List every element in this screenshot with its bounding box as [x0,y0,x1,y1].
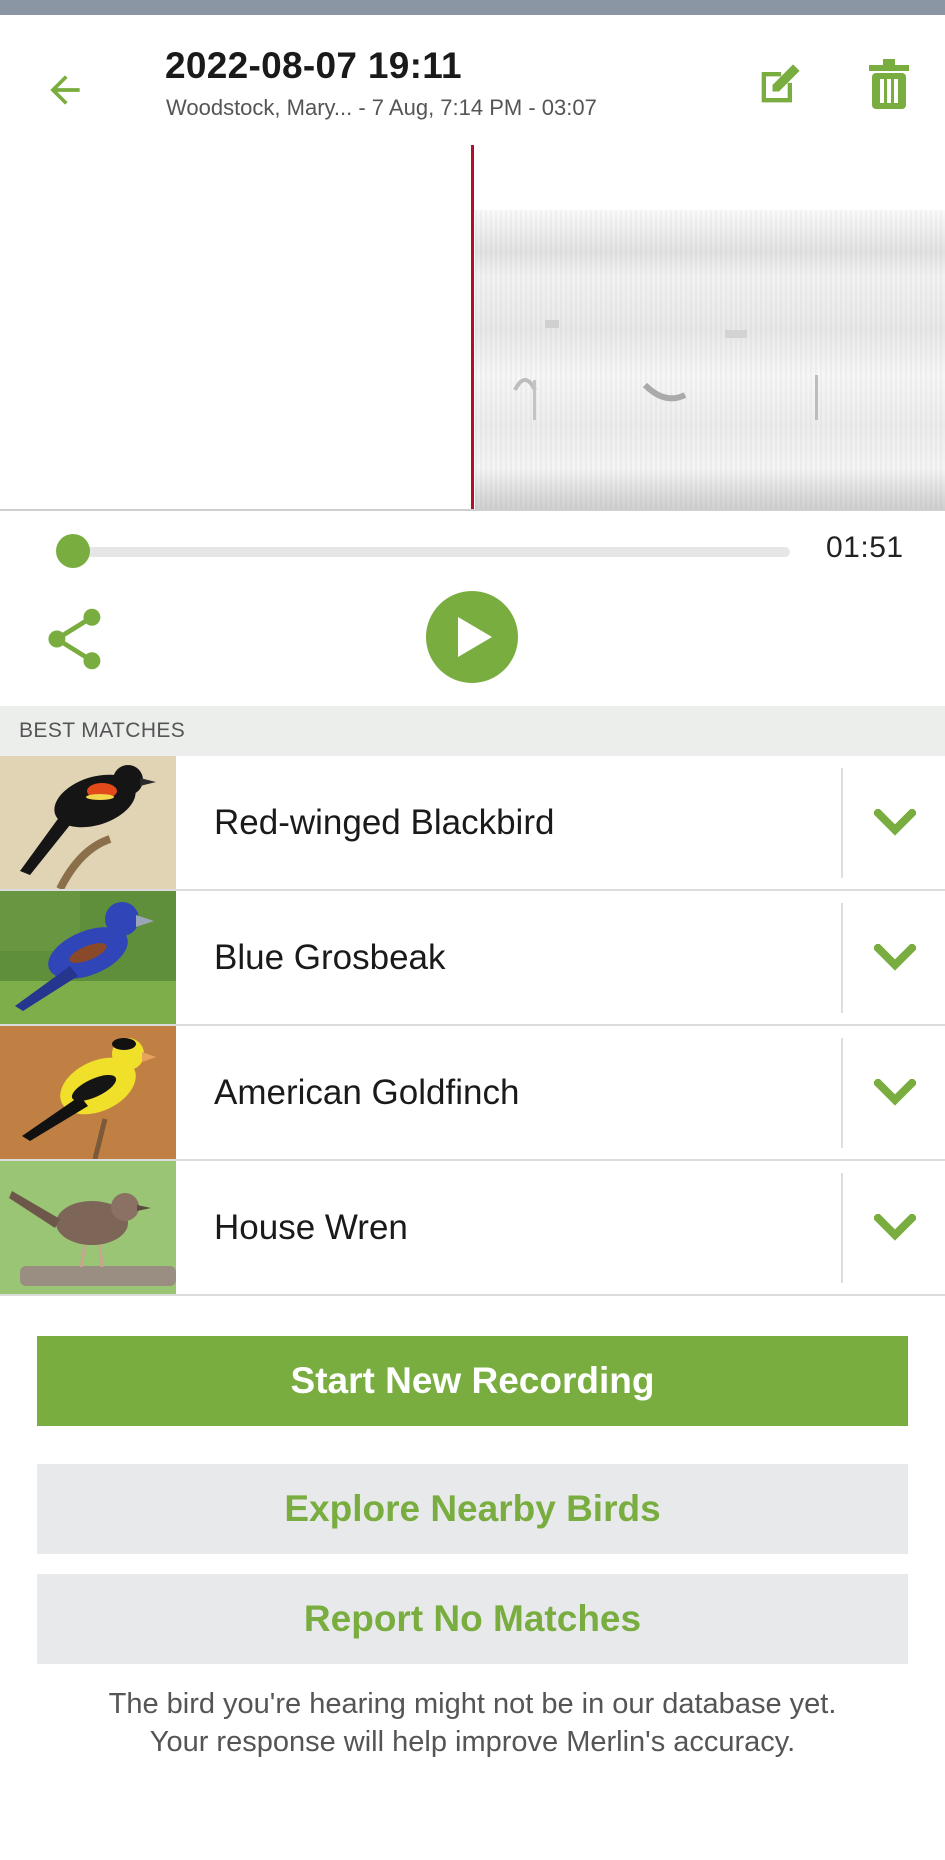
expand-button[interactable] [845,1026,945,1159]
match-name: Blue Grosbeak [214,938,446,977]
delete-button[interactable] [858,50,920,120]
spectrogram[interactable] [0,145,945,511]
edit-icon [761,64,800,103]
match-divider [841,1173,843,1283]
explore-nearby-birds-button[interactable]: Explore Nearby Birds [37,1464,908,1554]
blue-grosbeak-photo [0,891,176,1024]
footer-note-line-2: Your response will help improve Merlin's… [149,1726,796,1758]
status-bar [0,0,945,15]
chevron-down-icon [874,943,916,971]
expand-button[interactable] [845,756,945,889]
match-name: American Goldfinch [214,1073,520,1112]
edit-button[interactable] [748,50,810,120]
start-new-recording-button[interactable]: Start New Recording [37,1336,908,1426]
match-name: Red-winged Blackbird [214,803,555,842]
match-divider [841,1038,843,1148]
chevron-down-icon [874,1213,916,1241]
footer-note-line-1: The bird you're hearing might not be in … [108,1688,837,1720]
arrow-left-icon [50,75,80,105]
report-no-matches-button[interactable]: Report No Matches [37,1574,908,1664]
footer-note: The bird you're hearing might not be in … [40,1685,905,1761]
match-row-blue-grosbeak[interactable]: Blue Grosbeak [0,891,945,1026]
recording-header: 2022-08-07 19:11 Woodstock, Mary... - 7 … [0,15,945,145]
match-row-red-winged-blackbird[interactable]: Red-winged Blackbird [0,756,945,891]
match-divider [841,903,843,1013]
player-controls [0,591,945,706]
match-row-house-wren[interactable]: House Wren [0,1161,945,1296]
progress-thumb[interactable] [56,534,90,568]
recording-subtitle: Woodstock, Mary... - 7 Aug, 7:14 PM - 03… [166,95,597,120]
match-name: House Wren [214,1208,408,1247]
play-button[interactable] [426,591,518,683]
playhead[interactable] [471,145,474,509]
spectrogram-signal [475,210,945,509]
best-matches-header: BEST MATCHES [0,706,945,756]
share-button[interactable] [40,599,110,679]
progress-track[interactable] [73,547,790,557]
chevron-down-icon [874,1078,916,1106]
back-button[interactable] [30,55,100,125]
expand-button[interactable] [845,1161,945,1294]
playback-progress: 01:51 [0,511,945,591]
house-wren-photo [0,1161,176,1294]
recording-title: 2022-08-07 19:11 [165,45,462,86]
match-divider [841,768,843,878]
chevron-down-icon [874,808,916,836]
play-icon [458,617,492,657]
expand-button[interactable] [845,891,945,1024]
red-winged-blackbird-photo [0,756,176,889]
match-row-american-goldfinch[interactable]: American Goldfinch [0,1026,945,1161]
american-goldfinch-photo [0,1026,176,1159]
share-icon [48,608,101,670]
time-readout: 01:51 [826,531,904,564]
best-matches-list: Red-winged Blackbird Blue Grosbeak Ameri… [0,756,945,1296]
trash-icon [869,59,909,109]
